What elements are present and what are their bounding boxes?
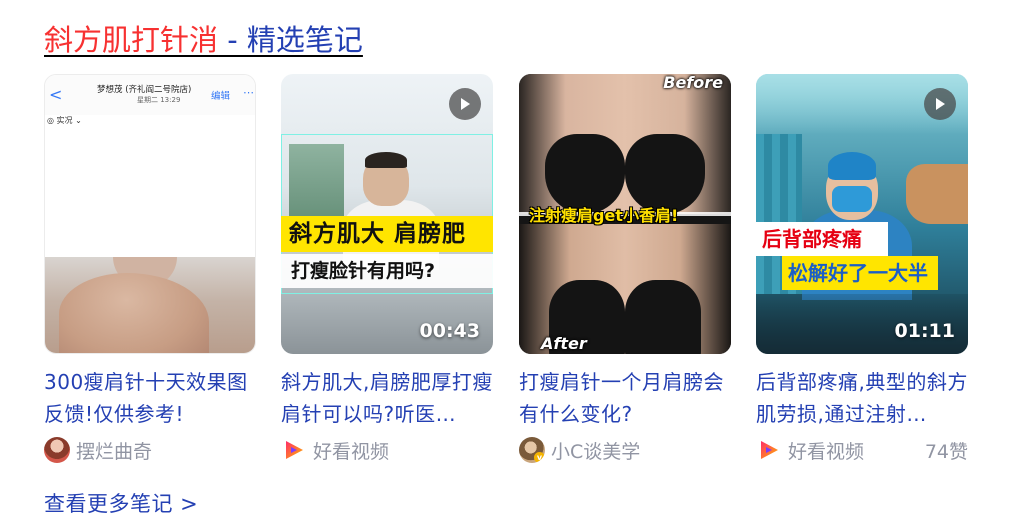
screenshot-edit-label: 编辑 [211, 91, 231, 102]
note-source[interactable]: 摆烂曲奇 [44, 437, 256, 463]
note-source[interactable]: 好看视频 [281, 437, 493, 463]
note-caption[interactable]: 300瘦肩针十天效果图反馈!仅供参考! [44, 366, 256, 430]
video-banner-bottom: 打瘦脸针有用吗? [281, 254, 493, 288]
note-caption[interactable]: 后背部疼痛,典型的斜方肌劳损,通过注射… [756, 366, 968, 430]
play-icon[interactable] [449, 88, 481, 120]
after-label: After [541, 334, 587, 353]
like-count: 74赞 [924, 440, 968, 463]
doctor-mask [832, 186, 872, 212]
note-caption[interactable]: 打瘦肩针一个月肩膀会有什么变化? [519, 366, 731, 430]
note-caption[interactable]: 斜方肌大,肩膀肥厚打瘦肩针可以吗?听医… [281, 366, 493, 430]
live-photo-label: ◎ 实况 ⌄ [47, 116, 82, 125]
note-thumbnail[interactable]: Before After 注射瘦肩get小香肩! [519, 74, 731, 354]
note-source[interactable]: v 小C谈美学 [519, 437, 731, 463]
screenshot-shop-name: 梦想茂 (齐礼阎二号院店) [97, 85, 192, 95]
video-duration: 01:11 [894, 320, 955, 342]
source-name: 小C谈美学 [551, 440, 641, 463]
screenshot-date: 星期二 13:29 [137, 96, 181, 104]
before-label: Before [663, 74, 723, 92]
title-keyword: 斜方肌打针消 [44, 23, 219, 57]
video-banner-top: 斜方肌大 肩膀肥 [281, 216, 493, 252]
haokan-logo-icon [281, 437, 307, 463]
note-thumbnail[interactable]: < 梦想茂 (齐礼阎二号院店) 星期二 13:29 编辑 ⋯ ◎ 实况 ⌄ [44, 74, 256, 354]
patient-back [906, 164, 968, 224]
video-banner-top: 后背部疼痛 [756, 222, 888, 256]
source-name: 摆烂曲奇 [76, 440, 153, 463]
live-photo-text: 实况 [56, 116, 73, 125]
note-card-2[interactable]: 斜方肌大 肩膀肥 打瘦脸针有用吗? 00:43 斜方肌大,肩膀肥厚打瘦肩针可以吗… [281, 74, 493, 463]
note-card-3[interactable]: Before After 注射瘦肩get小香肩! 打瘦肩针一个月肩膀会有什么变化… [519, 74, 731, 463]
title-suffix: - 精选笔记 [218, 23, 363, 57]
note-card-4[interactable]: 后背部疼痛 松解好了一大半 01:11 后背部疼痛,典型的斜方肌劳损,通过注射…… [756, 74, 968, 463]
play-icon[interactable] [924, 88, 956, 120]
more-icon: ⋯ [243, 86, 254, 99]
after-top-right [625, 280, 701, 354]
video-thumbnail[interactable]: 后背部疼痛 松解好了一大半 01:11 [756, 74, 968, 354]
video-banner-bottom: 松解好了一大半 [782, 256, 938, 290]
avatar: v [519, 437, 545, 463]
source-name: 好看视频 [788, 440, 865, 463]
doctor-cap [828, 152, 876, 180]
source-name: 好看视频 [313, 440, 390, 463]
view-more-notes-link[interactable]: 查看更多笔记 > [44, 488, 198, 518]
avatar [44, 437, 70, 463]
overlay-caption: 注射瘦肩get小香肩! [529, 206, 679, 225]
haokan-logo-icon [756, 437, 782, 463]
video-thumbnail[interactable]: 斜方肌大 肩膀肥 打瘦脸针有用吗? 00:43 [281, 74, 493, 354]
note-source[interactable]: 好看视频 74赞 [756, 437, 968, 463]
video-duration: 00:43 [419, 320, 480, 342]
section-title-link[interactable]: 斜方肌打针消 - 精选笔记 [44, 20, 363, 60]
verified-icon: v [534, 452, 545, 463]
back-icon: < [49, 85, 63, 104]
note-card-1[interactable]: < 梦想茂 (齐礼阎二号院店) 星期二 13:29 编辑 ⋯ ◎ 实况 ⌄ 30… [44, 74, 256, 463]
